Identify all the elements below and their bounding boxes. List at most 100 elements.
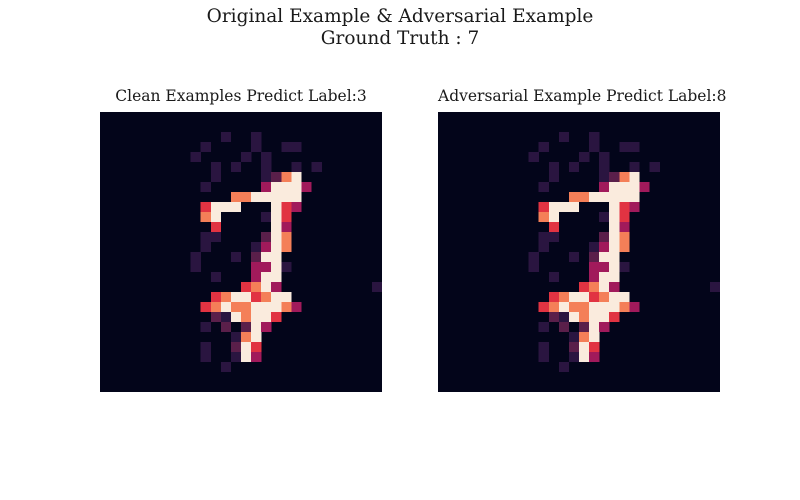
- clean-pixel: [271, 202, 282, 213]
- adversarial-pixel: [599, 212, 610, 223]
- adversarial-pixel: [548, 202, 560, 213]
- adversarial-pixel: [619, 192, 630, 203]
- clean-pixel: [200, 182, 211, 193]
- adversarial-pixel: [568, 342, 580, 353]
- clean-pixel: [271, 282, 282, 293]
- clean-pixel: [220, 202, 232, 213]
- clean-example-panel: Clean Examples Predict Label:3: [100, 86, 382, 392]
- adversarial-pixel: [558, 292, 570, 303]
- clean-pixel: [261, 272, 272, 283]
- adversarial-pixel: [619, 232, 630, 243]
- clean-pixel: [241, 152, 252, 163]
- adversarial-pixel: [538, 202, 549, 213]
- adversarial-pixel: [568, 352, 580, 363]
- clean-pixel: [281, 242, 292, 253]
- adversarial-pixel: [589, 272, 600, 283]
- adversarial-pixel: [619, 212, 630, 223]
- clean-pixel: [261, 232, 272, 243]
- adversarial-pixel: [619, 242, 630, 253]
- clean-pixel: [291, 182, 302, 193]
- adversarial-pixel: [599, 322, 610, 333]
- adversarial-pixel: [558, 302, 570, 313]
- clean-pixel: [241, 322, 252, 333]
- clean-pixel: [261, 262, 272, 273]
- adversarial-pixel: [599, 302, 610, 313]
- clean-pixel: [271, 302, 282, 313]
- adversarial-pixel: [538, 232, 549, 243]
- clean-pixel: [271, 192, 282, 203]
- clean-pixel: [241, 312, 252, 323]
- clean-pixel: [301, 182, 312, 193]
- adversarial-pixel: [619, 202, 630, 213]
- adversarial-pixel: [568, 312, 580, 323]
- clean-pixel: [271, 312, 282, 323]
- adversarial-pixel: [538, 142, 549, 153]
- clean-pixel: [251, 352, 262, 363]
- clean-pixel: [291, 202, 302, 213]
- adversarial-pixel: [579, 322, 590, 333]
- adversarial-pixel: [639, 182, 650, 193]
- adversarial-pixel: [609, 272, 620, 283]
- clean-pixel: [251, 332, 262, 343]
- clean-pixel: [230, 252, 242, 263]
- clean-pixel: [241, 292, 252, 303]
- clean-pixel: [281, 292, 292, 303]
- adversarial-pixel: [599, 152, 610, 163]
- adversarial-pixel: [649, 162, 660, 173]
- clean-pixel: [291, 302, 302, 313]
- adversarial-pixel: [558, 312, 570, 323]
- adversarial-pixel: [548, 232, 560, 243]
- adversarial-pixel: [579, 292, 590, 303]
- clean-pixel: [261, 172, 272, 183]
- clean-pixel: [230, 352, 242, 363]
- adversarial-pixel: [538, 342, 549, 353]
- adversarial-example-panel: Adversarial Example Predict Label:8: [438, 86, 727, 392]
- clean-pixel: [261, 252, 272, 263]
- adversarial-pixel: [589, 132, 600, 143]
- clean-pixel: [271, 182, 282, 193]
- adversarial-pixel: [548, 302, 560, 313]
- adversarial-pixel: [609, 182, 620, 193]
- adversarial-pixel: [589, 302, 600, 313]
- adversarial-pixel: [629, 192, 640, 203]
- clean-pixel: [241, 192, 252, 203]
- adversarial-pixel: [599, 192, 610, 203]
- clean-pixel: [281, 262, 292, 273]
- adversarial-pixel: [548, 312, 560, 323]
- clean-pixel: [190, 152, 201, 163]
- adversarial-pixel: [609, 202, 620, 213]
- adversarial-pixel: [629, 302, 640, 313]
- adversarial-pixel: [568, 302, 580, 313]
- clean-pixel: [251, 252, 262, 263]
- adversarial-pixel: [619, 182, 630, 193]
- adversarial-pixel: [568, 292, 580, 303]
- adversarial-pixel: [609, 312, 620, 323]
- adversarial-pixel: [619, 302, 630, 313]
- clean-pixel: [230, 332, 242, 343]
- adversarial-pixel: [589, 262, 600, 273]
- adversarial-pixel: [579, 342, 590, 353]
- clean-pixel: [251, 142, 262, 153]
- clean-pixel: [251, 322, 262, 333]
- adversarial-example-title: Adversarial Example Predict Label:8: [438, 87, 727, 105]
- clean-pixel: [220, 322, 232, 333]
- adversarial-pixel: [589, 342, 600, 353]
- adversarial-pixel: [619, 172, 630, 183]
- clean-pixel: [261, 152, 272, 163]
- clean-pixel: [271, 272, 282, 283]
- adversarial-pixel: [609, 292, 620, 303]
- clean-pixel: [200, 202, 211, 213]
- adversarial-pixel: [599, 282, 610, 293]
- clean-pixel: [200, 352, 211, 363]
- clean-pixel: [261, 182, 272, 193]
- adversarial-pixel: [589, 192, 600, 203]
- adversarial-pixel: [599, 312, 610, 323]
- adversarial-pixel: [528, 252, 539, 263]
- clean-pixel: [251, 312, 262, 323]
- clean-pixel: [210, 222, 222, 233]
- adversarial-pixel: [609, 242, 620, 253]
- adversarial-pixel: [558, 322, 570, 333]
- figure-title: Original Example & Adversarial Example G…: [0, 6, 800, 50]
- clean-pixel: [251, 302, 262, 313]
- adversarial-pixel: [609, 302, 620, 313]
